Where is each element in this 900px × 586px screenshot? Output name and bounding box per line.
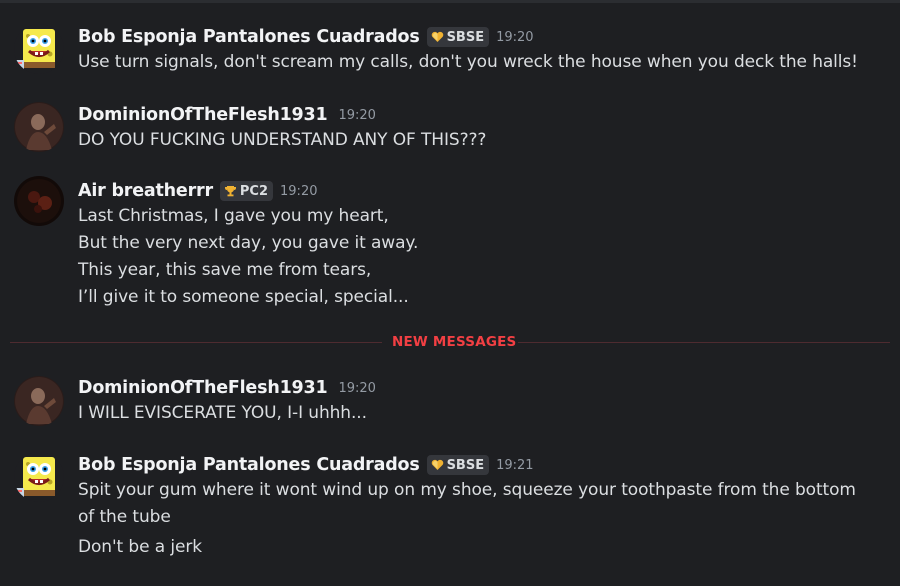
- trophy-icon: [224, 185, 237, 197]
- server-tag-label: SBSE: [446, 457, 485, 473]
- sponge-avatar-icon: [14, 24, 64, 74]
- timestamp[interactable]: 19:20: [338, 108, 375, 123]
- message-text: Spit your gum where it wont wind up on m…: [78, 480, 856, 500]
- username[interactable]: DominionOfTheFlesh1931: [78, 378, 328, 398]
- avatar[interactable]: [14, 102, 64, 152]
- message-text: I WILL EVISCERATE YOU, I-I uhhh...: [78, 403, 367, 423]
- username[interactable]: DominionOfTheFlesh1931: [78, 105, 328, 125]
- message-text: I’ll give it to someone special, special…: [78, 287, 409, 307]
- server-tag[interactable]: SBSE: [426, 455, 490, 475]
- message-text: Use turn signals, don't scream my calls,…: [78, 52, 858, 72]
- server-tag-label: SBSE: [446, 29, 485, 45]
- sponge-avatar-icon: [14, 452, 64, 502]
- server-tag-label: PC2: [239, 183, 269, 199]
- avatar[interactable]: [14, 452, 64, 502]
- server-tag[interactable]: PC2: [219, 181, 274, 201]
- server-tag[interactable]: SBSE: [426, 27, 490, 47]
- message-text: This year, this save me from tears,: [78, 260, 372, 280]
- new-messages-label: NEW MESSAGES: [392, 334, 517, 350]
- avatar[interactable]: [14, 376, 64, 426]
- heart-icon: [431, 459, 444, 471]
- timestamp[interactable]: 19:20: [338, 381, 375, 396]
- message-text: of the tube: [78, 507, 171, 527]
- message-text: DO YOU FUCKING UNDERSTAND ANY OF THIS???: [78, 130, 487, 150]
- message-text: But the very next day, you gave it away.: [78, 233, 419, 253]
- avatar[interactable]: [14, 176, 64, 226]
- username[interactable]: Bob Esponja Pantalones Cuadrados: [78, 455, 420, 475]
- divider-line-left: [10, 342, 382, 343]
- timestamp[interactable]: 19:20: [280, 184, 317, 199]
- username[interactable]: Air breatherrr: [78, 181, 213, 201]
- avatar[interactable]: [14, 24, 64, 74]
- divider-line-right: [518, 342, 890, 343]
- message-text: Don't be a jerk: [78, 537, 202, 557]
- message-text: Last Christmas, I gave you my heart,: [78, 206, 389, 226]
- dark-red-avatar-icon: [14, 176, 64, 226]
- dark-figure-avatar-icon: [14, 102, 64, 152]
- username[interactable]: Bob Esponja Pantalones Cuadrados: [78, 27, 420, 47]
- dark-figure-avatar-icon: [14, 376, 64, 426]
- timestamp[interactable]: 19:21: [496, 458, 533, 473]
- top-border: [0, 0, 900, 3]
- timestamp[interactable]: 19:20: [496, 30, 533, 45]
- heart-icon: [431, 31, 444, 43]
